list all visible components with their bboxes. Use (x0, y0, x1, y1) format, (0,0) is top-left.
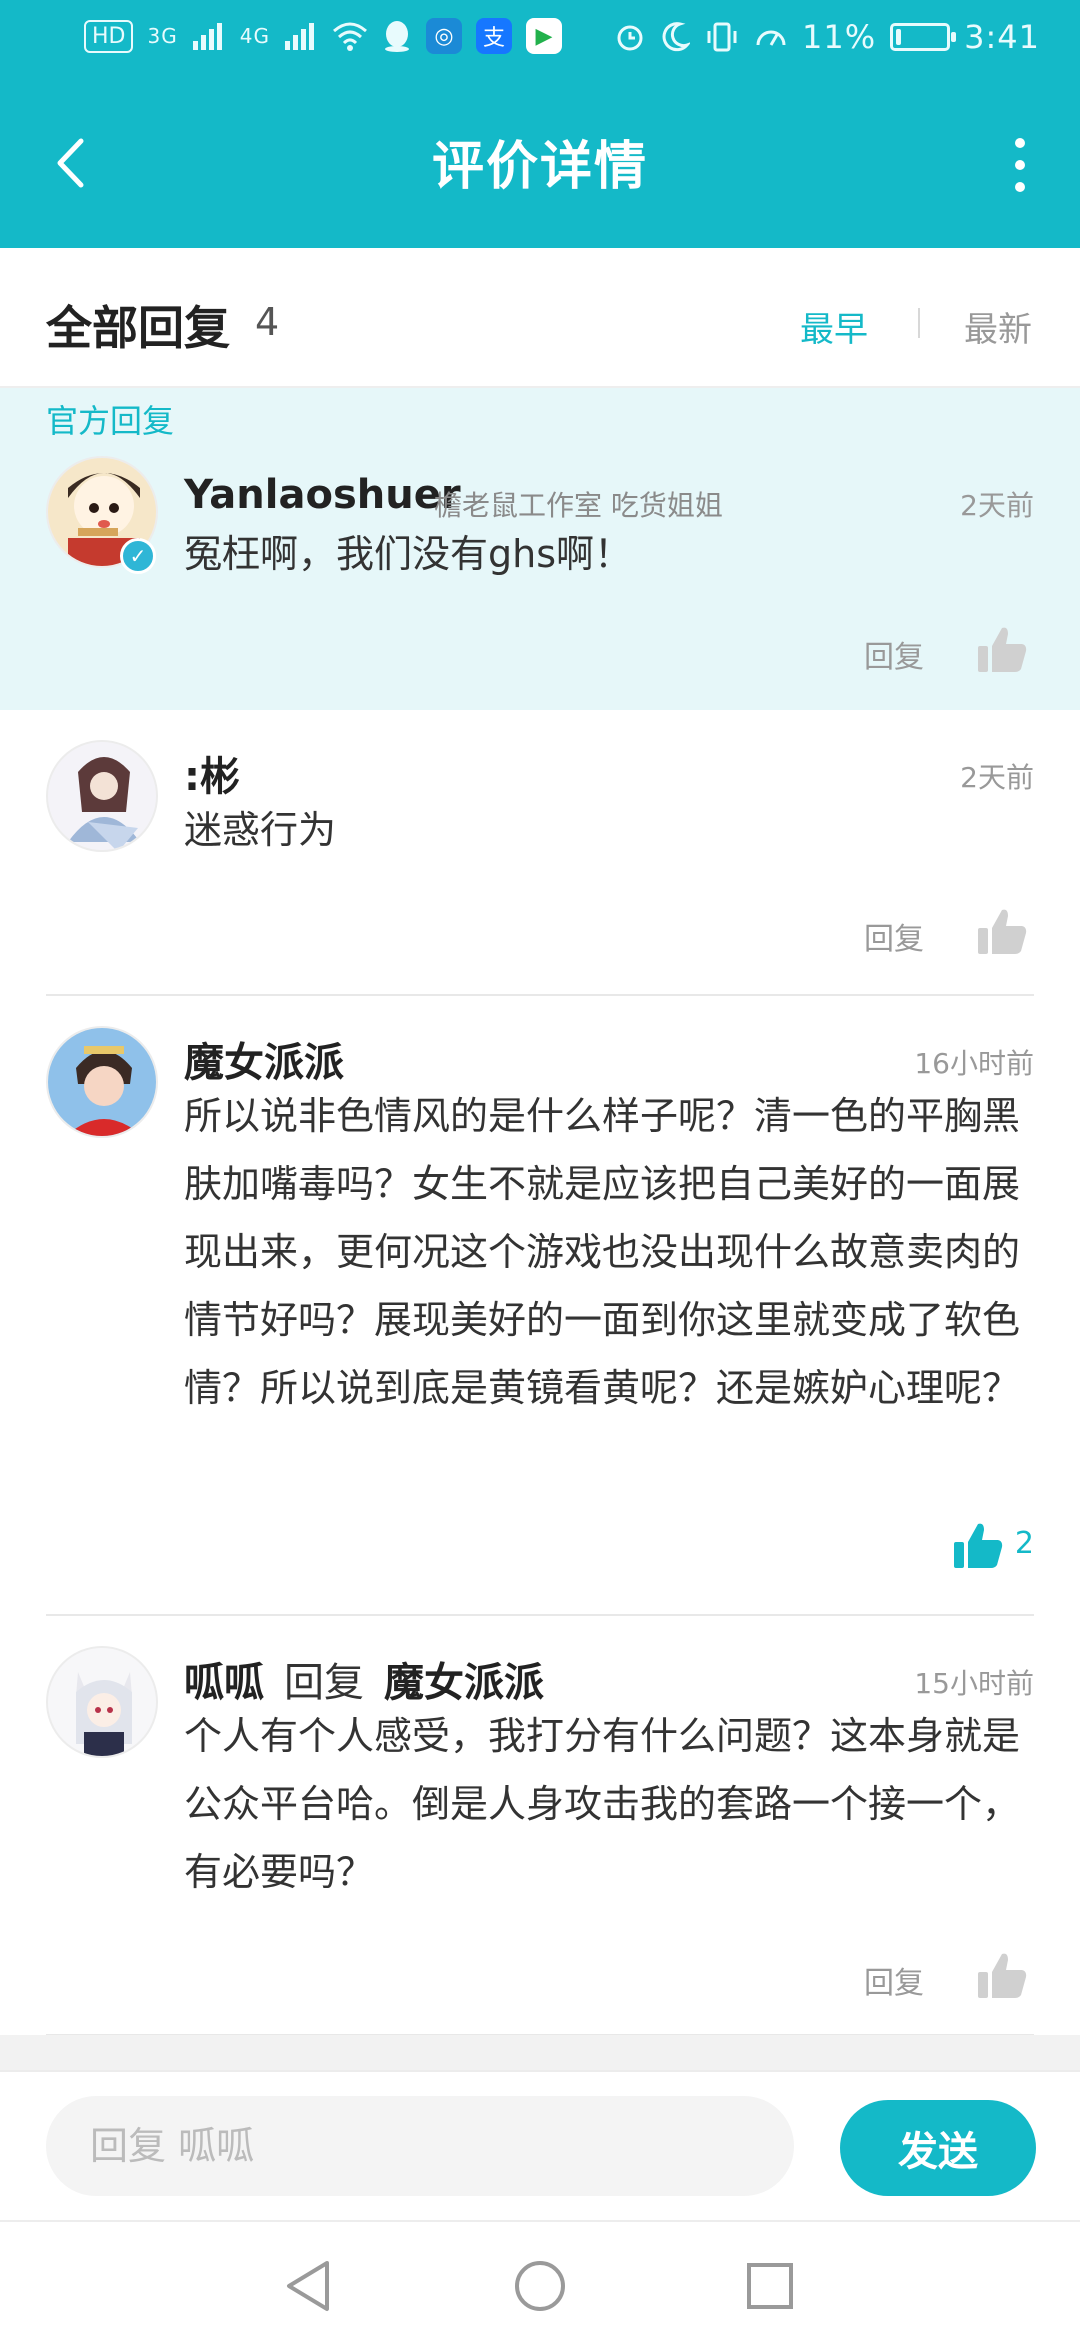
sort-latest-tab[interactable]: 最新 (964, 302, 1032, 351)
nav-home-button[interactable] (510, 2256, 570, 2316)
reply-to-name[interactable]: 魔女派派 (384, 1660, 544, 1706)
reply-input-bar: 发送 (0, 2070, 1080, 2220)
more-dot-icon (1015, 138, 1025, 148)
more-options-button[interactable] (1000, 130, 1040, 200)
speed-icon (756, 30, 786, 46)
triangle-back-icon (287, 2261, 329, 2311)
clock-time: 3:41 (964, 18, 1040, 56)
moon-icon (662, 22, 691, 52)
send-button[interactable]: 发送 (840, 2100, 1036, 2196)
vibrate-icon (707, 22, 737, 52)
avatar-image (48, 1028, 156, 1136)
signal-icon (192, 23, 222, 50)
reply-word: 回复 (284, 1660, 364, 1706)
comment-time: 16小时前 (914, 1047, 1034, 1080)
reply-input[interactable] (46, 2096, 794, 2196)
more-dot-icon (1015, 160, 1025, 170)
commenter-name[interactable]: 魔女派派 (184, 1030, 344, 1088)
network-3g-label: 3G (147, 24, 178, 48)
battery-icon (890, 23, 957, 51)
browser-app-icon: ◎ (425, 18, 462, 54)
nav-back-button[interactable] (278, 2256, 338, 2316)
like-count: 2 (1014, 1526, 1034, 1561)
more-dot-icon (1015, 182, 1025, 192)
comment-item: 魔女派派 16小时前 所以说非色情风的是什么样子呢？清一色的平胸黑肤加嘴毒吗？女… (0, 996, 1080, 1616)
system-nav-bar (0, 2220, 1080, 2340)
alarm-icon (617, 25, 643, 51)
input-separator (0, 2035, 1080, 2070)
comment-text: 冤枉啊，我们没有ghs啊！ (184, 532, 633, 576)
signal-icon (284, 23, 314, 50)
reply-button[interactable]: 回复 (864, 1958, 924, 2002)
avatar-image (48, 742, 156, 850)
square-recents-icon (747, 2263, 793, 2309)
comment-item: 呱呱 回复 魔女派派 15小时前 个人有个人感受，我打分有什么问题？这本身就是公众平… (0, 1616, 1080, 2036)
comment-time: 2天前 (960, 761, 1034, 794)
comment-text: 迷惑行为 (184, 808, 337, 852)
official-reply-tag: 官方回复 (46, 402, 175, 440)
hd-indicator: HD (84, 19, 134, 53)
wifi-icon (332, 22, 367, 51)
replies-header: 全部回复 4 最早 最新 (0, 248, 1080, 388)
commenter-name: 呱呱 回复 魔女派派 (184, 1650, 544, 1708)
app-bar: 评价详情 (0, 100, 1080, 230)
thumbs-up-icon[interactable] (976, 626, 1028, 674)
reply-button[interactable]: 回复 (864, 632, 924, 676)
comment-text: 所以说非色情风的是什么样子呢？清一色的平胸黑肤加嘴毒吗？女生不就是应该把自己美好… (184, 1094, 1021, 1410)
comment-time: 15小时前 (914, 1667, 1034, 1700)
qq-icon (384, 21, 409, 52)
top-bar: HD 3G 4G ◎ 支 ▶ 11% 3:41 评价详情 (0, 0, 1080, 248)
network-4g-label: 4G (239, 24, 270, 48)
alipay-app-icon: 支 (475, 18, 512, 54)
commenter-name[interactable]: Yanlaoshuer (184, 472, 461, 518)
status-right: 11% 3:41 (614, 18, 1040, 56)
comment-time: 2天前 (960, 489, 1034, 522)
sort-earliest-tab[interactable]: 最早 (800, 302, 868, 351)
avatar[interactable] (46, 1646, 158, 1758)
video-app-icon: ▶ (525, 18, 562, 54)
replies-title: 全部回复 (46, 301, 230, 355)
avatar-image (48, 1648, 156, 1756)
status-bar: HD 3G 4G ◎ 支 ▶ 11% 3:41 (0, 0, 1080, 80)
page-title: 评价详情 (431, 137, 648, 197)
comment-item: :彬 2天前 迷惑行为 回复 (0, 710, 1080, 996)
battery-fill (896, 29, 902, 45)
nav-recents-button[interactable] (740, 2256, 800, 2316)
thumbs-up-icon[interactable] (952, 1522, 1004, 1570)
commenter-name-link[interactable]: 呱呱 (184, 1660, 264, 1706)
avatar[interactable] (46, 1026, 158, 1138)
official-reply-section: 官方回复 ✓ Yanlaoshuer 檐老鼠工作室 吃货姐姐 2天前 冤枉啊，我… (0, 388, 1080, 710)
circle-home-icon (515, 2261, 565, 2311)
sort-divider (918, 308, 920, 338)
verified-badge-icon: ✓ (120, 538, 156, 574)
comment-text: 个人有个人感受，我打分有什么问题？这本身就是公众平台哈。倒是人身攻击我的套路一个… (184, 1714, 1021, 1894)
thumbs-up-icon[interactable] (976, 908, 1028, 956)
status-left: HD 3G 4G ◎ 支 ▶ (84, 18, 562, 54)
battery-percent: 11% (802, 18, 877, 56)
thumbs-up-icon[interactable] (976, 1952, 1028, 2000)
commenter-subtitle: 檐老鼠工作室 吃货姐姐 (434, 489, 723, 522)
reply-button[interactable]: 回复 (864, 914, 924, 958)
avatar[interactable] (46, 740, 158, 852)
commenter-name[interactable]: :彬 (184, 744, 240, 802)
replies-count: 4 (255, 300, 280, 344)
